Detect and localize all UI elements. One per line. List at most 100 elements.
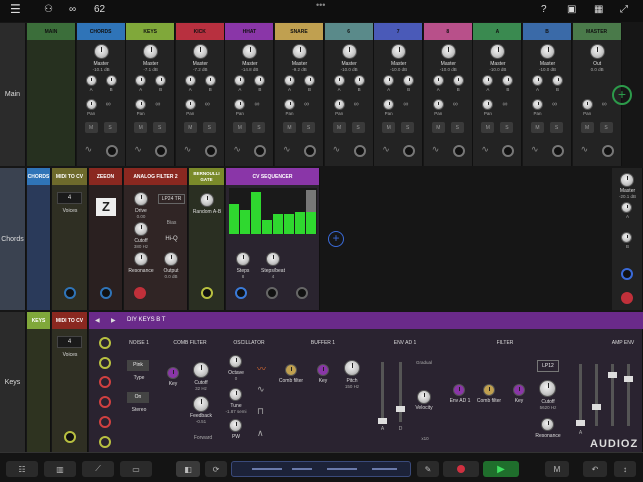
waveform-icon[interactable]: ∿ xyxy=(333,144,341,155)
master-jack-2[interactable] xyxy=(621,292,633,304)
channel-name[interactable]: 7 xyxy=(374,23,423,40)
record-square-icon[interactable]: ▣ xyxy=(567,4,576,15)
comb-mode[interactable]: Forward xyxy=(185,435,221,441)
waveform-icon[interactable]: ∿ xyxy=(531,144,539,155)
output-jack[interactable] xyxy=(204,145,217,157)
pan-knob[interactable] xyxy=(135,99,147,110)
output-jack[interactable] xyxy=(353,145,366,157)
mute-button[interactable]: M xyxy=(332,122,346,133)
mod-jack-2[interactable] xyxy=(99,396,111,408)
saw-wave-icon[interactable]: 〰 xyxy=(257,362,266,375)
output-jack[interactable] xyxy=(452,145,465,157)
filter-jack[interactable] xyxy=(134,287,146,299)
send-b-knob[interactable] xyxy=(304,75,315,86)
pan-knob[interactable] xyxy=(284,99,295,110)
feedback-knob[interactable] xyxy=(193,396,209,412)
filter-key-knob[interactable] xyxy=(513,384,525,396)
send-a-knob[interactable] xyxy=(284,75,295,86)
stereo-button[interactable]: On xyxy=(127,392,149,403)
cv-jack[interactable] xyxy=(64,431,76,443)
channel-name[interactable]: MASTER xyxy=(572,23,621,40)
solo-button[interactable]: S xyxy=(202,122,216,133)
solo-button[interactable]: S xyxy=(351,122,365,133)
pw-knob[interactable] xyxy=(229,419,242,432)
voices-display[interactable]: 4 xyxy=(57,336,82,348)
output-jack[interactable] xyxy=(105,145,118,157)
channel-name[interactable]: KICK xyxy=(175,23,224,40)
waveform-icon[interactable]: ∿ xyxy=(233,144,241,155)
level-knob[interactable] xyxy=(292,44,307,59)
curve-view-icon[interactable]: ⟋ xyxy=(82,461,114,477)
send-a-knob[interactable] xyxy=(135,75,147,86)
link-icon[interactable]: ∞ xyxy=(602,101,607,108)
channel-name[interactable]: HHAT xyxy=(225,23,274,40)
add-module-icon[interactable]: + xyxy=(328,231,344,247)
resonance-knob[interactable] xyxy=(134,252,148,266)
link-icon[interactable]: ⚇ xyxy=(44,4,53,15)
solo-button[interactable]: S xyxy=(500,122,514,133)
level-knob[interactable] xyxy=(490,44,506,59)
channel-name[interactable]: SNARE xyxy=(275,23,323,40)
channel-name[interactable]: A xyxy=(473,23,522,40)
output-jack[interactable] xyxy=(403,145,416,157)
pan-knob[interactable] xyxy=(432,99,444,110)
env-mode[interactable]: Gradual xyxy=(407,360,441,365)
cutoff-knob[interactable] xyxy=(134,222,148,236)
pan-knob[interactable] xyxy=(581,99,593,110)
link-icon[interactable]: ∞ xyxy=(254,101,259,108)
level-knob[interactable] xyxy=(192,44,208,59)
solo-button[interactable]: S xyxy=(302,122,315,133)
pan-knob[interactable] xyxy=(184,99,196,110)
solo-button[interactable]: S xyxy=(450,122,464,133)
output-jack[interactable] xyxy=(254,145,267,157)
metronome-icon[interactable]: M xyxy=(545,461,569,477)
filter-mode[interactable]: LP12 xyxy=(537,360,559,372)
buffer-comb-knob[interactable] xyxy=(285,364,297,376)
channel-name[interactable]: MAIN xyxy=(27,23,75,40)
seq-jack-1[interactable] xyxy=(235,287,247,299)
output-jack[interactable] xyxy=(552,145,564,157)
solo-button[interactable]: S xyxy=(103,122,117,133)
seq-jack-2[interactable] xyxy=(266,287,278,299)
zeeon-logo[interactable]: Z xyxy=(96,198,116,216)
pulse-wave-icon[interactable]: ∧ xyxy=(257,428,264,439)
add-channel-icon[interactable]: + xyxy=(612,85,632,105)
row-label-keys[interactable]: Keys xyxy=(0,312,26,452)
env-decay-slider[interactable] xyxy=(399,362,402,422)
solo-button[interactable]: S xyxy=(599,122,613,133)
cv-jack[interactable] xyxy=(64,287,76,299)
sequencer-grid[interactable] xyxy=(229,188,317,234)
channel-name[interactable]: CHORDS xyxy=(76,23,125,40)
output-jack[interactable] xyxy=(155,145,168,157)
solo-button[interactable]: S xyxy=(550,122,563,133)
send-b-knob[interactable] xyxy=(621,232,632,243)
comb-cutoff-knob[interactable] xyxy=(193,362,209,378)
play-button[interactable]: ▶ xyxy=(483,461,519,477)
channel-name[interactable]: 8 xyxy=(423,23,472,40)
row-label-chords[interactable]: Chords xyxy=(0,168,26,310)
send-b-knob[interactable] xyxy=(254,75,266,86)
velocity-knob[interactable] xyxy=(417,390,431,404)
expand-icon[interactable]: ↕ xyxy=(614,461,636,477)
record-button[interactable] xyxy=(443,461,479,477)
preset-name[interactable]: DIY KEYS B T xyxy=(127,317,165,323)
level-knob[interactable] xyxy=(341,44,357,59)
noise-color-button[interactable]: Pink xyxy=(127,360,149,371)
menu-icon[interactable]: ☰ xyxy=(10,2,21,16)
level-knob[interactable] xyxy=(540,44,555,59)
waveform-icon[interactable]: ∿ xyxy=(283,144,291,155)
link-icon[interactable]: ∞ xyxy=(453,101,458,108)
wave-jack-2[interactable] xyxy=(99,357,111,369)
filter-resonance-knob[interactable] xyxy=(541,418,554,431)
pan-knob[interactable] xyxy=(532,99,543,110)
pan-knob[interactable] xyxy=(234,99,246,110)
more-icon[interactable]: ••• xyxy=(316,0,325,10)
filter-cutoff-knob[interactable] xyxy=(539,380,556,397)
seq-jack-3[interactable] xyxy=(296,287,308,299)
send-a-knob[interactable] xyxy=(184,75,196,86)
amp-decay-slider[interactable] xyxy=(595,364,598,426)
grid-icon[interactable]: ▦ xyxy=(594,4,603,15)
steps-knob[interactable] xyxy=(236,252,250,266)
steps-per-beat-knob[interactable] xyxy=(266,252,280,266)
gate-jack[interactable] xyxy=(99,436,111,448)
